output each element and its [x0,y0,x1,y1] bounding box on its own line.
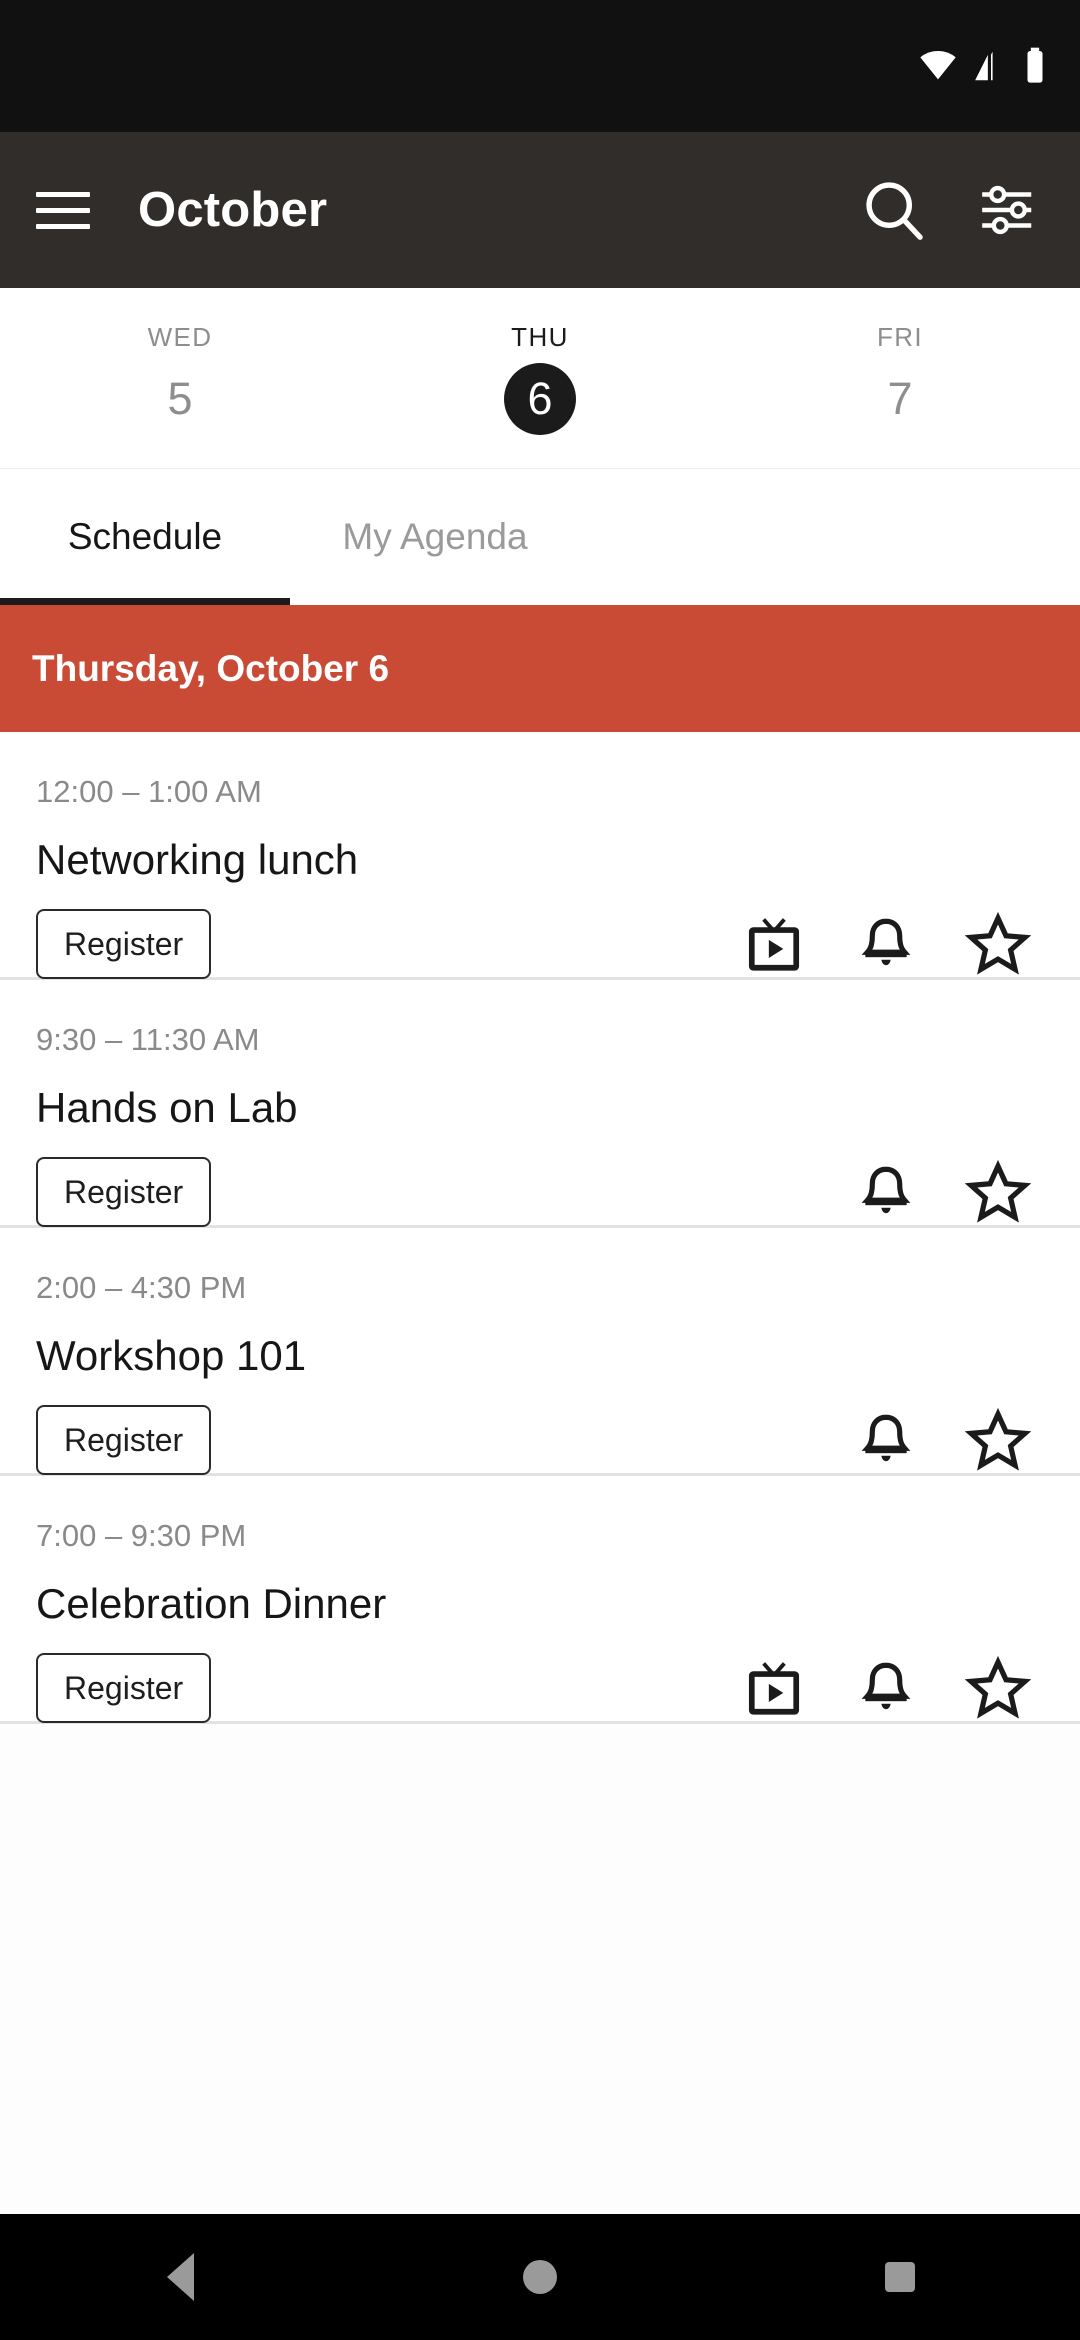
date-cell-wed[interactable]: WED 5 [0,322,360,435]
wifi-icon [918,46,958,86]
tab-schedule[interactable]: Schedule [0,469,290,605]
date-dow-label: FRI [876,321,924,352]
battery-icon [1024,46,1046,86]
event-time: 2:00 – 4:30 PM [36,1270,247,1305]
event-title: Hands on Lab [36,1084,298,1131]
event-footer: Register [36,1156,1044,1228]
event-actions [850,1156,1044,1228]
back-triangle-icon[interactable] [110,2214,250,2340]
bell-reminder-icon[interactable] [850,908,922,980]
star-favorite-icon[interactable] [962,1156,1034,1228]
bell-reminder-icon[interactable] [850,1156,922,1228]
status-bar-icons [918,46,1046,86]
date-number-selected: 6 [504,362,576,435]
tab-my-agenda[interactable]: My Agenda [290,469,580,605]
day-header: Thursday, October 6 [0,605,1080,732]
bell-reminder-icon[interactable] [850,1404,922,1476]
date-number: 5 [167,372,193,424]
event-footer: Register [36,1404,1044,1476]
tab-bar: Schedule My Agenda [0,469,1080,605]
date-dow-label: THU [511,321,569,352]
event-actions [738,1652,1044,1724]
event-title: Celebration Dinner [36,1580,387,1627]
phone-screen: October WED 5 THU 6 FRI 7 Schedule My Ag… [0,0,1080,2340]
hamburger-menu-icon[interactable] [36,182,92,238]
register-button[interactable]: Register [36,1157,212,1227]
event-card[interactable]: 9:30 – 11:30 AM Hands on Lab Register [0,980,1080,1228]
recents-square-icon[interactable] [830,2214,970,2340]
event-actions [738,908,1044,980]
event-footer: Register [36,1652,1044,1724]
event-title: Workshop 101 [36,1332,307,1379]
date-cell-thu[interactable]: THU 6 [360,322,720,435]
event-card[interactable]: 12:00 – 1:00 AM Networking lunch Registe… [0,732,1080,980]
event-title: Networking lunch [36,836,359,883]
cellular-signal-icon [972,47,1010,85]
app-bar: October [0,132,1080,288]
event-time: 12:00 – 1:00 AM [36,774,262,809]
date-cell-fri[interactable]: FRI 7 [720,322,1080,435]
bell-reminder-icon[interactable] [850,1652,922,1724]
event-card[interactable]: 7:00 – 9:30 PM Celebration Dinner Regist… [0,1476,1080,1724]
star-favorite-icon[interactable] [962,908,1034,980]
event-actions [850,1404,1044,1476]
tab-bar-spacer [580,469,1080,605]
event-list: 12:00 – 1:00 AM Networking lunch Registe… [0,732,1080,2214]
livestream-tv-icon[interactable] [738,908,810,980]
register-button[interactable]: Register [36,909,212,979]
tab-label: Schedule [67,516,223,557]
android-nav-bar [0,2214,1080,2340]
status-bar [0,0,1080,132]
event-footer: Register [36,908,1044,980]
app-bar-actions [858,174,1044,246]
search-icon[interactable] [858,174,930,246]
star-favorite-icon[interactable] [962,1404,1034,1476]
tab-label: My Agenda [342,516,528,557]
register-button[interactable]: Register [36,1405,212,1475]
livestream-tv-icon[interactable] [738,1652,810,1724]
event-card[interactable]: 2:00 – 4:30 PM Workshop 101 Register [0,1228,1080,1476]
filter-tune-icon[interactable] [972,174,1044,246]
event-time: 9:30 – 11:30 AM [36,1022,260,1057]
star-favorite-icon[interactable] [962,1652,1034,1724]
event-time: 7:00 – 9:30 PM [36,1518,247,1553]
date-number: 7 [887,372,913,424]
home-circle-icon[interactable] [470,2214,610,2340]
date-strip: WED 5 THU 6 FRI 7 [0,288,1080,469]
date-dow-label: WED [147,321,213,352]
day-header-label: Thursday, October 6 [32,647,390,689]
register-button[interactable]: Register [36,1653,212,1723]
page-title: October [138,183,328,237]
